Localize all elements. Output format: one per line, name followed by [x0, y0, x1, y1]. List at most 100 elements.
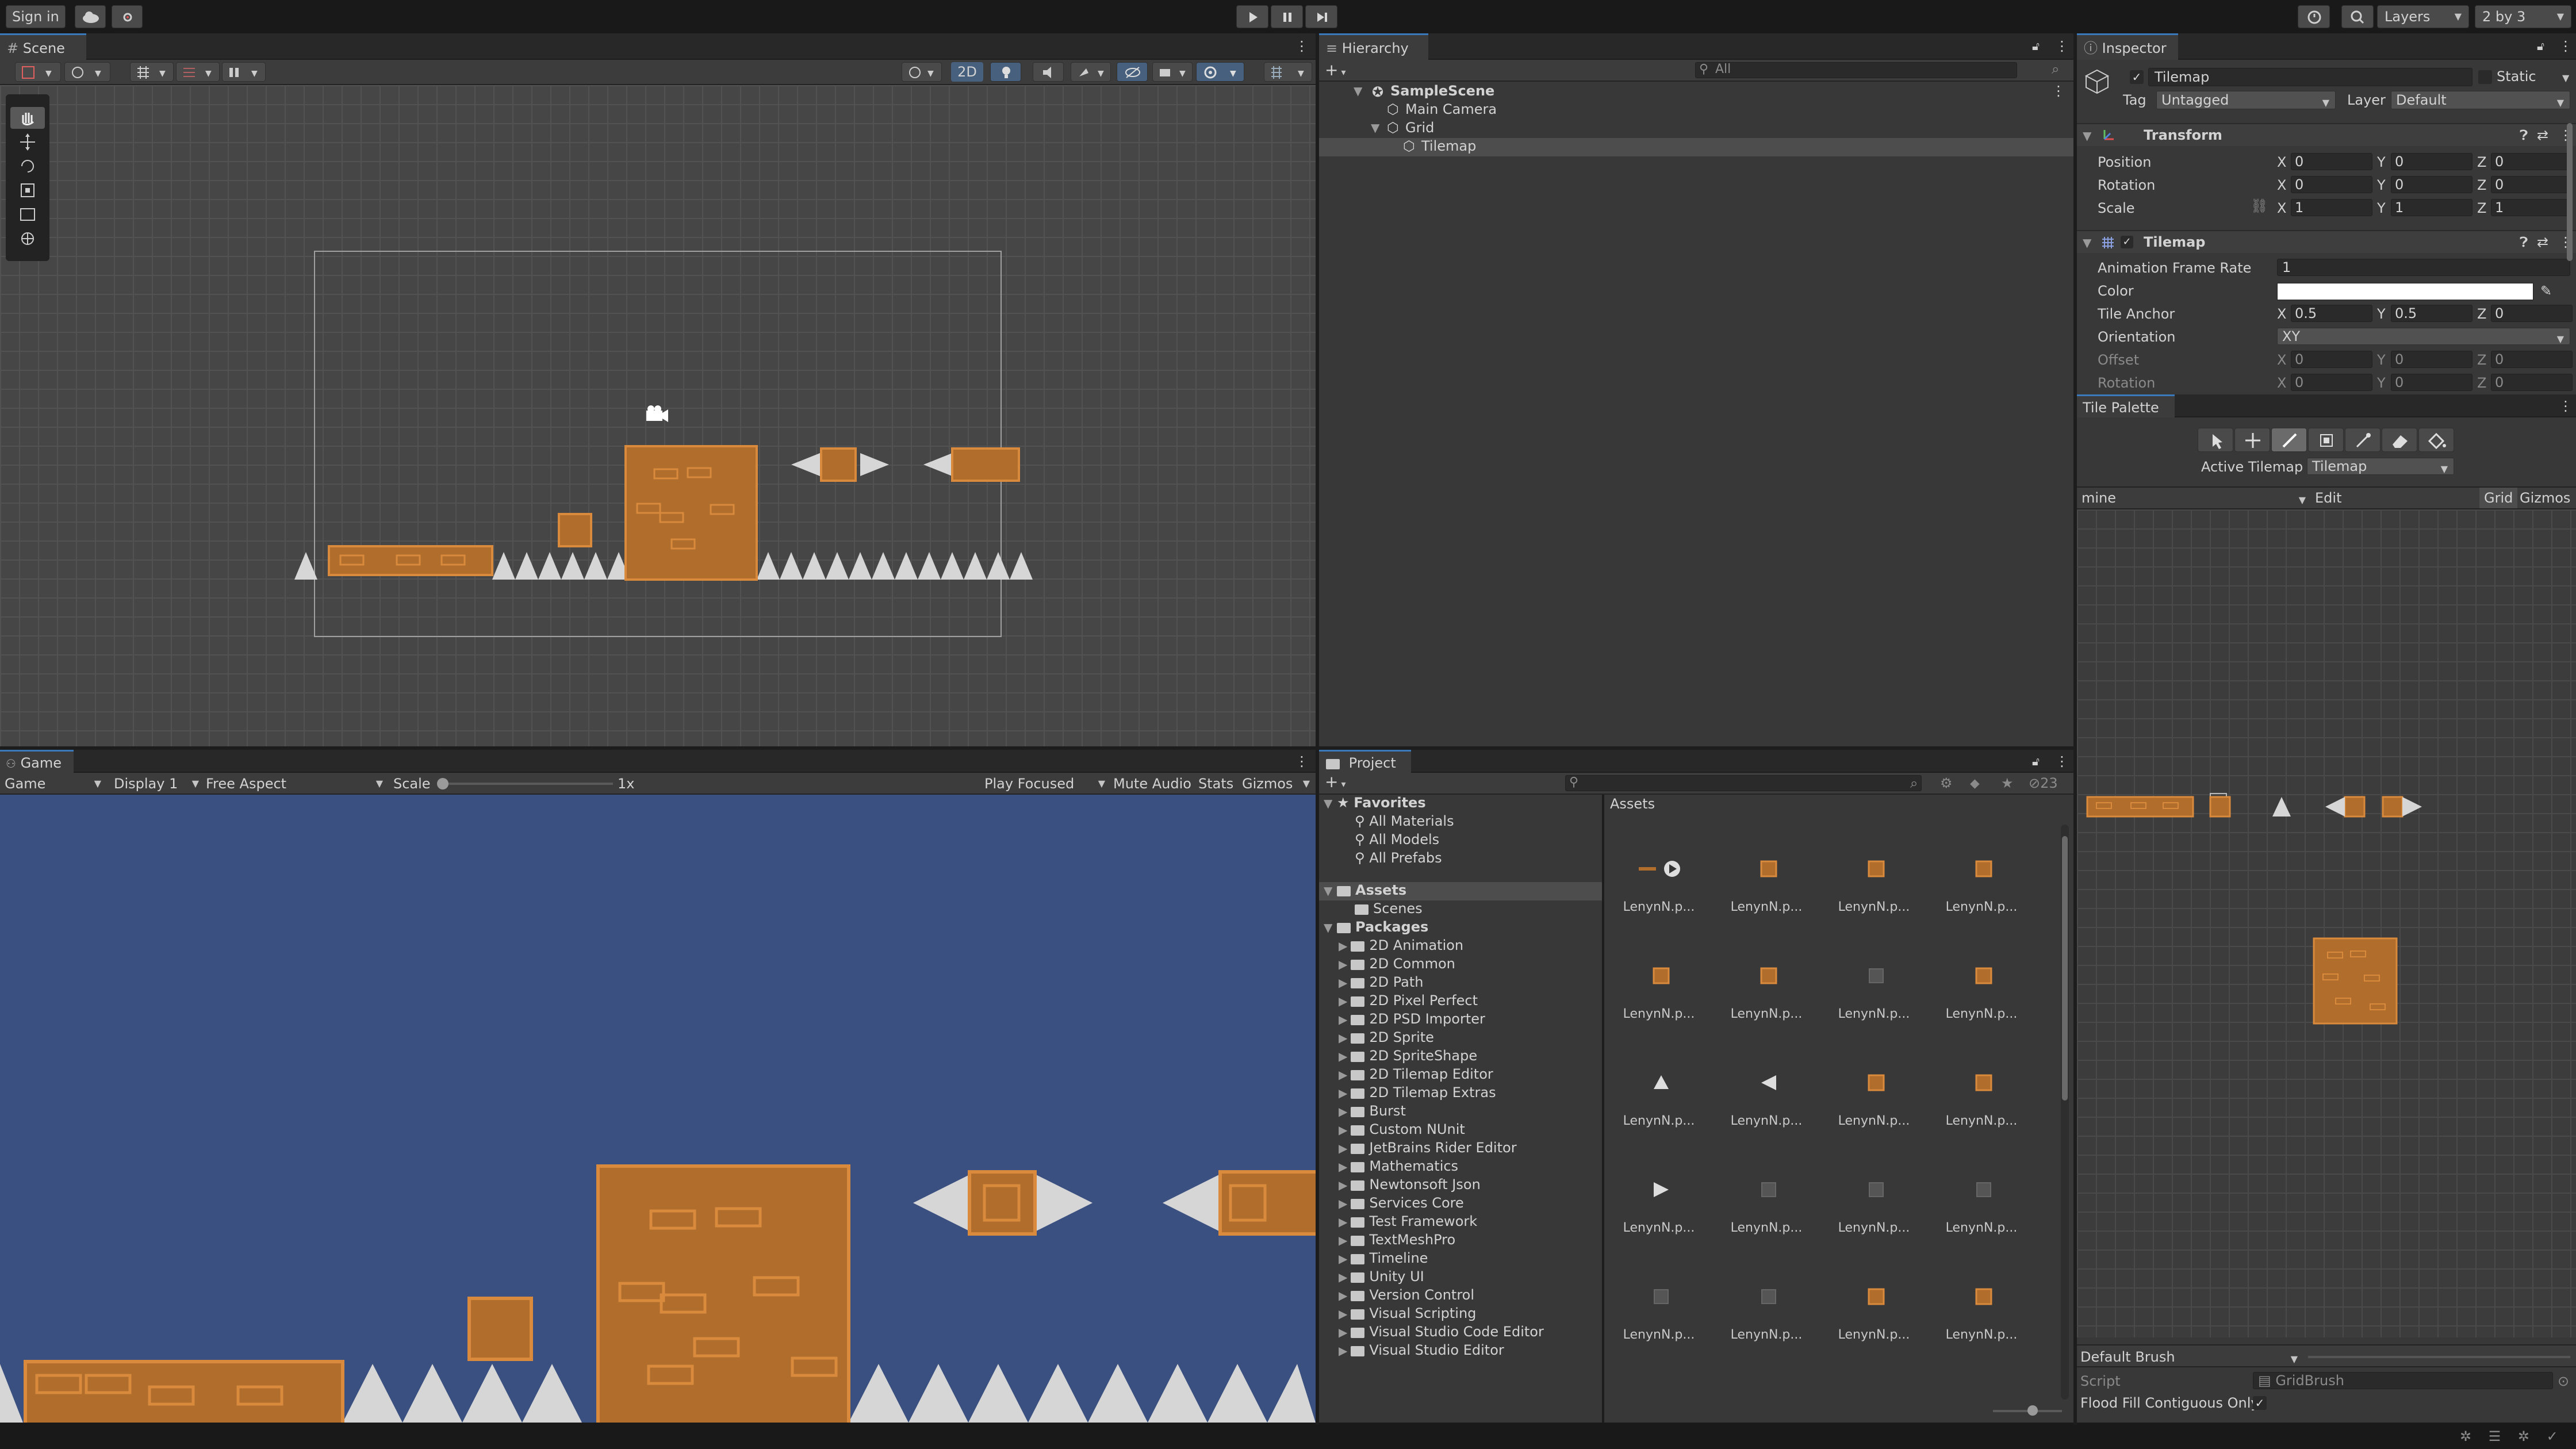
toggle-2d-button[interactable]: 2D — [951, 62, 983, 82]
package-item[interactable]: ▶ Visual Studio Code Editor — [1339, 1324, 1544, 1340]
asset-item[interactable]: LenynN.p... — [1723, 1263, 1810, 1360]
package-item[interactable]: ▶ Services Core — [1339, 1195, 1464, 1212]
package-item[interactable]: ▶ 2D Path — [1339, 974, 1424, 991]
expand-arrow-icon[interactable]: ▶ — [1339, 1086, 1347, 1100]
kebab-menu-icon[interactable]: ⋮ — [2055, 38, 2069, 54]
expand-arrow-icon[interactable]: ▼ — [1324, 921, 1332, 934]
expand-arrow-icon[interactable]: ▶ — [1339, 1160, 1347, 1174]
slider-thumb[interactable] — [2027, 1405, 2038, 1416]
expand-arrow-icon[interactable]: ▶ — [1339, 1344, 1347, 1358]
inspector-scrollbar[interactable] — [2567, 123, 2573, 261]
tab-hierarchy[interactable]: ≡ Hierarchy — [1319, 33, 1428, 60]
help-icon[interactable]: ❓︎ — [2520, 127, 2528, 143]
gizmos-toggle[interactable]: Gizmos — [2520, 490, 2570, 506]
asset-item[interactable] — [1938, 1370, 2025, 1393]
packages-folder-row[interactable]: ▼ Packages — [1324, 919, 1428, 936]
position-z-field[interactable]: 0 — [2491, 153, 2573, 170]
step-button[interactable] — [1305, 5, 1337, 28]
lock-icon[interactable]: 🔓︎ — [2537, 38, 2544, 54]
select-tool-icon[interactable] — [2198, 428, 2233, 452]
settings-icon[interactable]: ⊙ — [2558, 1373, 2569, 1389]
search-by-type-icon[interactable]: ⌕ — [1910, 775, 1918, 791]
hidden-packages-icon[interactable]: ⊘23 — [2029, 775, 2058, 791]
brush-panel-splitter[interactable] — [2308, 1356, 2570, 1358]
rotation-x-field[interactable]: 0 — [2291, 176, 2372, 193]
tab-project[interactable]: Project — [1319, 750, 1411, 773]
favorites-row[interactable]: ▼ ★ Favorites — [1324, 795, 1426, 813]
asset-item[interactable]: LenynN.p... — [1831, 1263, 1917, 1360]
package-item[interactable]: ▶ Newtonsoft Json — [1339, 1176, 1481, 1193]
expand-arrow-icon[interactable]: ▶ — [1339, 1068, 1347, 1082]
lock-icon[interactable]: 🔓︎ — [2032, 38, 2040, 54]
thumbnail-size-slider[interactable] — [1993, 1405, 2062, 1416]
hierarchy-row-main-camera[interactable]: ⬡ Main Camera — [1319, 101, 2073, 120]
package-item[interactable]: ▶ 2D Tilemap Editor — [1339, 1066, 1493, 1083]
expand-arrow-icon[interactable]: ▶ — [1339, 1325, 1347, 1339]
package-item[interactable]: ▶ Burst — [1339, 1103, 1406, 1120]
package-item[interactable]: ▶ 2D Animation — [1339, 937, 1463, 954]
asset-item[interactable]: LenynN.p... — [1831, 1156, 1917, 1254]
object-name-field[interactable]: Tilemap — [2148, 68, 2472, 86]
package-item[interactable]: ▶ TextMeshPro — [1339, 1232, 1455, 1248]
presets-icon[interactable]: ⇄ — [2537, 127, 2548, 143]
scale-z-field[interactable]: 1 — [2491, 199, 2573, 216]
gizmo-tools-dropdown[interactable]: ▼ — [1196, 62, 1244, 82]
display-dropdown[interactable]: Display 1 ▼ — [114, 776, 199, 792]
expand-arrow-icon[interactable]: ▶ — [1339, 1289, 1347, 1302]
search-by-label-icon[interactable]: ⚙ — [1940, 775, 1953, 791]
asset-item[interactable]: LenynN.p... — [1616, 835, 1702, 933]
tag-dropdown[interactable]: Untagged ▼ — [2156, 91, 2336, 109]
scale-slider[interactable] — [437, 778, 613, 789]
scale-x-field[interactable]: 1 — [2291, 199, 2372, 216]
favorites-item[interactable]: ⚲ All Models — [1355, 831, 1439, 848]
favorites-item[interactable]: ⚲ All Prefabs — [1355, 850, 1442, 866]
expand-arrow-icon[interactable]: ▶ — [1339, 1049, 1347, 1063]
assets-folder-row[interactable]: ▼ Assets — [1319, 882, 1602, 900]
sign-in-button[interactable]: Sign in — [6, 5, 66, 28]
active-checkbox[interactable]: ✓ — [2130, 70, 2144, 84]
active-tilemap-dropdown[interactable]: Tilemap ▼ — [2307, 458, 2454, 475]
package-item[interactable]: ▶ 2D SpriteShape — [1339, 1048, 1477, 1064]
position-x-field[interactable]: 0 — [2291, 153, 2372, 170]
lighting-toggle-icon[interactable] — [990, 62, 1021, 82]
expand-arrow-icon[interactable]: ▶ — [1339, 1252, 1347, 1266]
asset-item[interactable]: LenynN.p... — [1723, 1049, 1810, 1147]
package-item[interactable]: ▶ Visual Studio Editor — [1339, 1342, 1504, 1359]
asset-item[interactable]: LenynN.p... — [1616, 1156, 1702, 1254]
layers-dropdown[interactable]: Layers ▼ — [2377, 5, 2469, 28]
asset-item[interactable]: LenynN.p... — [1938, 835, 2025, 933]
expand-arrow-icon[interactable]: ▶ — [1339, 1307, 1347, 1321]
grid-snap-dropdown[interactable]: ▼ — [130, 62, 174, 82]
tilemap-header[interactable]: ▼ ✓ Tilemap ❓︎ ⇄ ⋮ — [2077, 230, 2576, 253]
gizmos-dropdown[interactable]: Gizmos ▼ — [1242, 776, 1312, 792]
folder-item[interactable]: Scenes — [1355, 900, 1423, 917]
expand-arrow-icon[interactable]: ▶ — [1339, 1270, 1347, 1284]
expand-arrow-icon[interactable]: ▼ — [1324, 884, 1332, 898]
package-item[interactable]: ▶ Visual Scripting — [1339, 1305, 1476, 1322]
package-item[interactable]: ▶ Version Control — [1339, 1287, 1474, 1304]
asset-item[interactable] — [1831, 1370, 1917, 1393]
package-item[interactable]: ▶ 2D Sprite — [1339, 1029, 1434, 1046]
package-item[interactable]: ▶ Custom NUnit — [1339, 1121, 1465, 1138]
expand-arrow-icon[interactable]: ▼ — [2083, 129, 2091, 143]
pause-button[interactable] — [1271, 5, 1303, 28]
expand-arrow-icon[interactable]: ▶ — [1339, 1031, 1347, 1045]
box-fill-icon[interactable] — [2308, 428, 2344, 452]
package-item[interactable]: ▶ 2D PSD Importer — [1339, 1011, 1485, 1028]
asset-item[interactable] — [1616, 1370, 1702, 1393]
tab-game[interactable]: ⚇ Game — [0, 750, 74, 773]
kebab-menu-icon[interactable]: ⋮ — [2055, 753, 2069, 769]
asset-item[interactable]: LenynN.p... — [1616, 1049, 1702, 1147]
orientation-dropdown[interactable]: XY ▼ — [2277, 328, 2570, 345]
asset-item[interactable]: LenynN.p... — [1831, 1049, 1917, 1147]
layout-dropdown[interactable]: 2 by 3 ▼ — [2475, 5, 2571, 28]
search-icon[interactable] — [2341, 5, 2374, 28]
assets-breadcrumb[interactable]: Assets — [1610, 796, 1655, 812]
eraser-icon[interactable] — [2382, 428, 2417, 452]
check-icon[interactable]: ✓ — [2547, 1428, 2558, 1444]
grid-toggle[interactable]: Grid — [2479, 488, 2518, 508]
tab-inspector[interactable]: ⓘ Inspector — [2077, 33, 2178, 60]
aspect-dropdown[interactable]: Free Aspect ▼ — [206, 776, 383, 792]
asset-item[interactable]: LenynN.p... — [1723, 942, 1810, 1040]
create-asset-button[interactable]: + ▾ — [1325, 774, 1346, 792]
